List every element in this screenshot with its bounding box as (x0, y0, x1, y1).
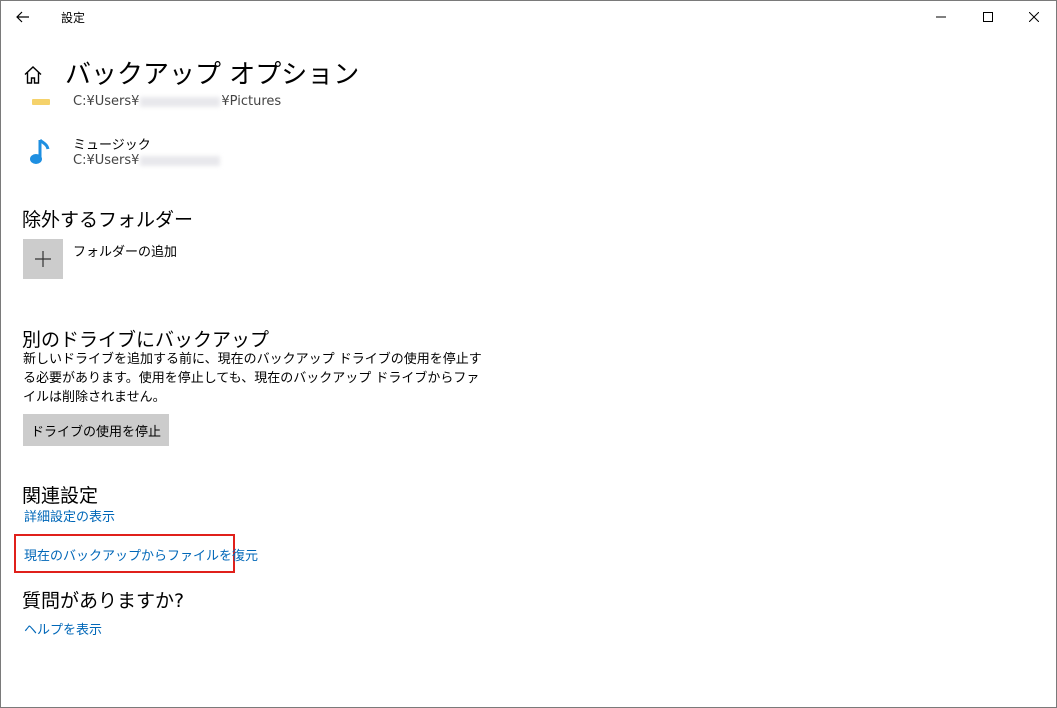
minimize-button[interactable] (918, 1, 964, 33)
back-button[interactable] (7, 3, 39, 31)
folder-name: ミュージック (73, 138, 151, 153)
redacted-username (140, 155, 221, 166)
folder-icon (23, 91, 59, 111)
add-folder-button[interactable] (23, 239, 63, 279)
plus-icon (35, 251, 51, 267)
home-icon[interactable] (21, 63, 45, 87)
close-icon (1029, 12, 1039, 22)
folder-path: C:¥Users¥ (73, 153, 221, 168)
maximize-icon (983, 12, 993, 22)
maximize-button[interactable] (965, 1, 1011, 33)
add-folder-label[interactable]: フォルダーの追加 (73, 241, 177, 260)
exclude-heading: 除外するフォルダー (22, 209, 194, 231)
redacted-username (140, 96, 221, 107)
folder-item[interactable]: ミュージック C:¥Users¥ (23, 131, 423, 175)
minimize-icon (936, 16, 946, 18)
title-bar: 設定 (1, 1, 1056, 33)
restore-files-link[interactable]: 現在のバックアップからファイルを復元 (24, 545, 258, 564)
related-settings-heading: 関連設定 (22, 485, 99, 507)
window-title: 設定 (61, 11, 86, 25)
questions-heading: 質問がありますか? (22, 590, 185, 612)
page-title: バックアップ オプション (65, 60, 360, 90)
other-drive-description: 新しいドライブを追加する前に、現在のバックアップ ドライブの使用を停止する必要が… (23, 352, 482, 405)
settings-window: 設定 バックアップ オプション C:¥Users¥ ¥Pictures ミュージ… (0, 0, 1057, 708)
folder-item[interactable]: C:¥Users¥ ¥Pictures (23, 87, 423, 117)
advanced-settings-link[interactable]: 詳細設定の表示 (24, 506, 115, 525)
close-button[interactable] (1011, 1, 1056, 33)
folder-path: C:¥Users¥ ¥Pictures (73, 94, 282, 109)
music-note-icon (23, 135, 59, 171)
stop-using-drive-button[interactable]: ドライブの使用を停止 (23, 414, 169, 446)
other-drive-heading: 別のドライブにバックアップ (22, 329, 270, 351)
get-help-link[interactable]: ヘルプを表示 (24, 619, 102, 638)
back-arrow-icon (16, 11, 29, 23)
